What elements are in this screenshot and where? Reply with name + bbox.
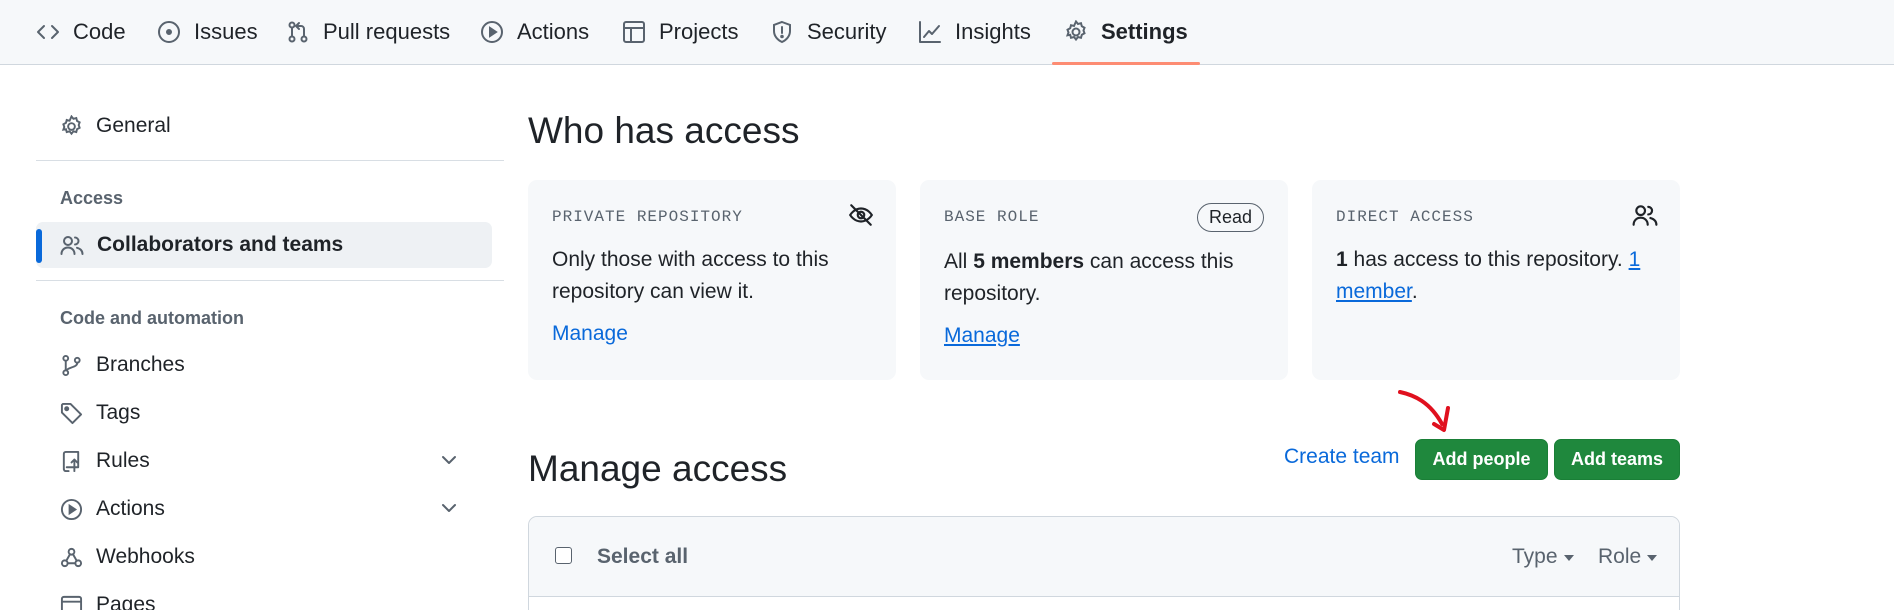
annotation-arrow	[1398, 390, 1450, 432]
sidebar-item-branches[interactable]: Branches	[36, 342, 492, 388]
shield-icon	[773, 20, 791, 44]
sidebar-item-label: Rules	[96, 449, 150, 472]
member-count: 5 members	[973, 250, 1085, 273]
gear-icon	[1065, 20, 1086, 42]
card-description: All 5 members can access this repository…	[944, 246, 1264, 310]
chevron-down-icon[interactable]	[439, 450, 459, 470]
sidebar-divider	[36, 160, 504, 161]
role-badge: Read	[1196, 203, 1264, 232]
sidebar-item-collaborators[interactable]: Collaborators and teams	[36, 222, 492, 268]
webhook-icon	[60, 547, 83, 567]
filter-label: Type	[1512, 545, 1558, 568]
select-all-label: Select all	[597, 545, 689, 568]
tab-insights-label: Insights	[955, 19, 1031, 44]
people-icon	[1632, 205, 1658, 226]
tab-security-label: Security	[807, 19, 887, 44]
manage-base-role-link[interactable]: Manage	[944, 324, 1020, 348]
type-filter-dropdown[interactable]: Type	[1512, 545, 1574, 569]
manage-visibility-link[interactable]: Manage	[552, 322, 628, 346]
sidebar-heading-code-automation: Code and automation	[60, 308, 244, 328]
role-filter-dropdown[interactable]: Role	[1598, 545, 1658, 569]
sidebar-item-rules[interactable]: Rules	[36, 438, 492, 484]
gear-icon	[61, 114, 81, 135]
git-pull-request-icon	[288, 21, 308, 43]
text-end: .	[1411, 280, 1418, 303]
tab-pull-requests[interactable]: Pull requests	[286, 0, 450, 64]
select-all-checkbox[interactable]	[555, 547, 572, 564]
sidebar-item-label: Tags	[96, 401, 141, 424]
active-tab-indicator	[1052, 62, 1200, 65]
base-role-card: BASE ROLE Read All 5 members can access …	[920, 180, 1288, 380]
browser-icon	[60, 595, 83, 610]
filter-label: Role	[1598, 545, 1642, 568]
sidebar-item-general[interactable]: General	[36, 103, 492, 149]
sidebar-item-label: Branches	[96, 353, 185, 376]
who-has-access-title: Who has access	[528, 110, 800, 151]
sidebar-item-label: Pages	[96, 593, 156, 610]
caret-down-icon	[1647, 555, 1658, 561]
people-icon	[60, 236, 84, 255]
tab-actions-label: Actions	[517, 19, 590, 44]
tab-code-label: Code	[73, 19, 126, 44]
create-team-link[interactable]: Create team	[1284, 445, 1400, 469]
tag-icon	[60, 402, 83, 424]
issue-opened-icon	[158, 21, 180, 43]
table-icon	[623, 21, 645, 43]
sidebar-item-tags[interactable]: Tags	[36, 390, 492, 436]
sidebar-item-label: Actions	[96, 497, 165, 520]
sidebar-heading-access: Access	[60, 188, 124, 208]
card-description: 1 has access to this repository. 1 membe…	[1336, 244, 1656, 308]
play-icon	[481, 21, 503, 43]
code-icon	[37, 25, 59, 39]
sidebar-item-webhooks[interactable]: Webhooks	[36, 534, 492, 580]
repo-push-icon	[62, 450, 80, 472]
tab-settings[interactable]: Settings	[1052, 0, 1200, 65]
text-middle: has access to this repository.	[1347, 248, 1629, 271]
selected-item-indicator	[36, 229, 42, 263]
play-icon	[60, 498, 83, 520]
card-label: PRIVATE REPOSITORY	[552, 208, 743, 226]
tab-projects-label: Projects	[659, 19, 739, 44]
sidebar-item-actions[interactable]: Actions	[36, 486, 492, 532]
tab-issues-label: Issues	[194, 19, 258, 44]
card-label: DIRECT ACCESS	[1336, 208, 1474, 226]
sidebar-item-label: Collaborators and teams	[97, 233, 344, 256]
sidebar-item-pages[interactable]: Pages	[36, 582, 492, 610]
table-header: Select all Type Role	[529, 517, 1679, 597]
tab-issues[interactable]: Issues	[157, 0, 258, 64]
repo-navigation: Code Issues Pull requests Actions Projec…	[0, 0, 1894, 65]
manage-access-title: Manage access	[528, 448, 788, 489]
collaborators-table: Select all Type Role	[528, 516, 1680, 610]
tab-projects[interactable]: Projects	[622, 0, 738, 64]
add-people-button[interactable]: Add people	[1415, 439, 1548, 480]
tab-insights[interactable]: Insights	[918, 0, 1031, 64]
eye-closed-icon	[848, 204, 874, 226]
sidebar-item-label: Webhooks	[96, 545, 195, 568]
graph-icon	[919, 21, 941, 43]
tab-actions[interactable]: Actions	[480, 0, 589, 64]
card-label: BASE ROLE	[944, 208, 1040, 226]
tab-code[interactable]: Code	[36, 0, 126, 64]
caret-down-icon	[1563, 555, 1574, 561]
git-branch-icon	[62, 354, 81, 376]
direct-access-count: 1	[1336, 248, 1348, 271]
tab-settings-label: Settings	[1101, 19, 1188, 44]
sidebar-item-label: General	[96, 114, 171, 137]
sidebar-divider	[36, 280, 504, 281]
add-teams-button[interactable]: Add teams	[1554, 439, 1680, 480]
text-prefix: All	[944, 250, 974, 273]
direct-access-card: DIRECT ACCESS 1 has access to this repos…	[1312, 180, 1680, 380]
tab-pull-requests-label: Pull requests	[323, 19, 451, 44]
tab-security[interactable]: Security	[770, 0, 886, 64]
private-repository-card: PRIVATE REPOSITORY Only those with acces…	[528, 180, 896, 380]
card-description: Only those with access to this repositor…	[552, 248, 829, 303]
chevron-down-icon[interactable]	[439, 498, 459, 518]
